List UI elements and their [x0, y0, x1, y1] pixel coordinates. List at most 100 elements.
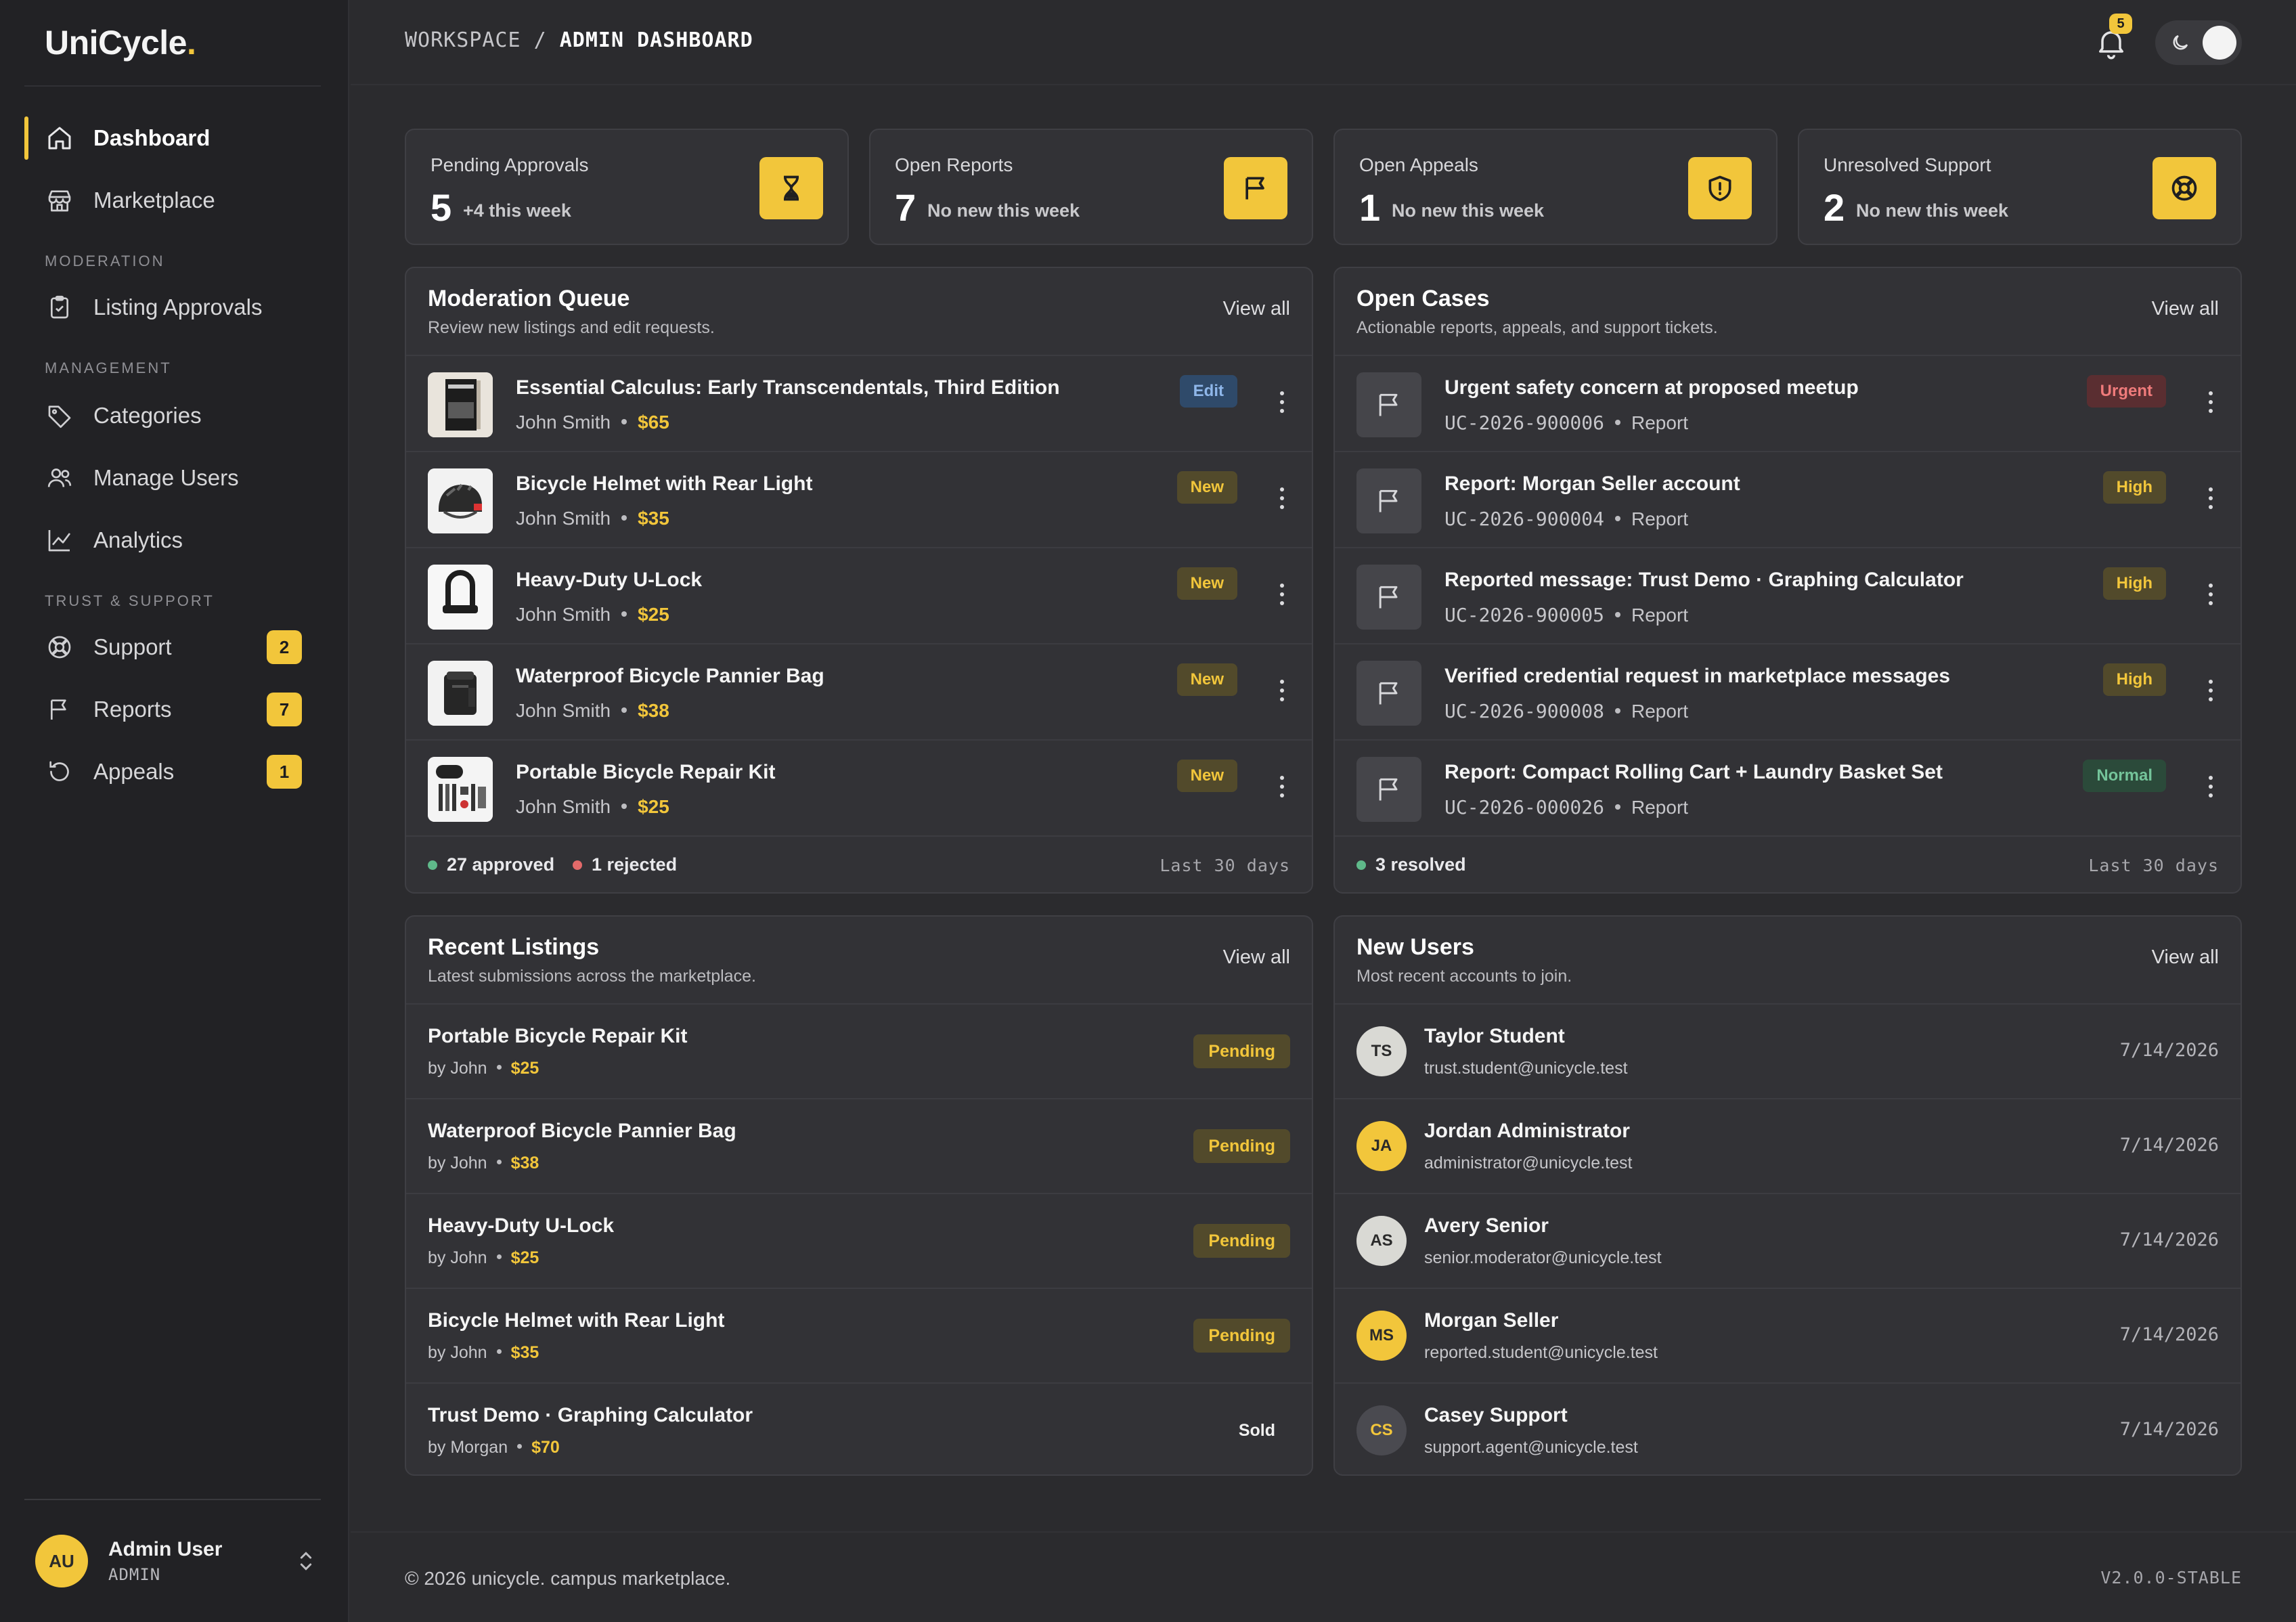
- item-title: Verified credential request in marketpla…: [1444, 665, 1951, 687]
- panel-title: Recent Listings: [428, 934, 600, 960]
- sidebar-item-manage-users[interactable]: Manage Users: [24, 451, 322, 505]
- user-role: ADMIN: [108, 1565, 161, 1584]
- panel-footer: 27 approved 1 rejected Last 30 days: [406, 837, 1312, 892]
- list-item[interactable]: TS Taylor Student trust.student@unicycle…: [1335, 1005, 2240, 1099]
- item-meta: UC-2026-900004 Report: [1444, 508, 1689, 530]
- stat-card-open-appeals[interactable]: Open Appeals 1 No new this week: [1333, 129, 1778, 245]
- stat-label: Unresolved Support: [1824, 154, 1991, 175]
- list-item[interactable]: Portable Bicycle Repair Kit John Smith $2…: [406, 741, 1312, 837]
- more-options-icon[interactable]: [2204, 677, 2217, 704]
- list-item[interactable]: MS Morgan Seller reported.student@unicyc…: [1335, 1289, 2240, 1384]
- list-item[interactable]: AS Avery Senior senior.moderator@unicycl…: [1335, 1194, 2240, 1289]
- user-email: administrator@unicycle.test: [1424, 1154, 1633, 1172]
- list-item[interactable]: Trust Demo · Graphing Calculator by Morg…: [406, 1384, 1312, 1474]
- stat-sub: No new this week: [1392, 200, 1545, 221]
- list-item[interactable]: Bicycle Helmet with Rear Light John Smit…: [406, 452, 1312, 548]
- status-badge: Sold: [1238, 1420, 1275, 1440]
- item-meta: UC-2026-900008 Report: [1444, 700, 1689, 722]
- view-all-link[interactable]: View all: [2152, 946, 2219, 969]
- list-item[interactable]: Urgent safety concern at proposed meetup…: [1335, 356, 2240, 452]
- item-title: Urgent safety concern at proposed meetup: [1444, 376, 1859, 399]
- list-item[interactable]: CS Casey Support support.agent@unicycle.…: [1335, 1384, 2240, 1474]
- sidebar-item-reports[interactable]: Reports 7: [24, 682, 322, 737]
- theme-toggle[interactable]: [2155, 20, 2242, 65]
- avatar: CS: [1356, 1405, 1407, 1455]
- notification-count-badge: 5: [2109, 14, 2132, 34]
- stat-card-open-reports[interactable]: Open Reports 7 No new this week: [869, 129, 1313, 245]
- item-title: Waterproof Bicycle Pannier Bag: [516, 665, 824, 687]
- list-item[interactable]: Verified credential request in marketpla…: [1335, 644, 2240, 741]
- sidebar-item-analytics[interactable]: Analytics: [24, 513, 322, 567]
- sidebar-item-listing-approvals[interactable]: Listing Approvals: [24, 280, 322, 334]
- notifications-button[interactable]: 5: [2089, 14, 2134, 65]
- user-name: Morgan Seller: [1424, 1309, 1559, 1332]
- list-item[interactable]: Portable Bicycle Repair Kit by John $25 P…: [406, 1005, 1312, 1099]
- list-item[interactable]: Reported message: Trust Demo · Graphing …: [1335, 548, 2240, 644]
- status-badge: Pending: [1193, 1224, 1290, 1258]
- view-all-link[interactable]: View all: [2152, 298, 2219, 320]
- divider: [24, 85, 321, 87]
- sidebar-item-dashboard[interactable]: Dashboard: [24, 111, 322, 165]
- sidebar-item-marketplace[interactable]: Marketplace: [24, 173, 322, 227]
- urgent-priority-tag: Urgent: [2086, 375, 2166, 408]
- more-options-icon[interactable]: [1275, 773, 1289, 800]
- item-title: Essential Calculus: Early Transcendental…: [516, 376, 1060, 399]
- more-options-icon[interactable]: [1275, 389, 1289, 416]
- stat-card-pending-approvals[interactable]: Pending Approvals 5 +4 this week: [405, 129, 849, 245]
- more-options-icon[interactable]: [1275, 677, 1289, 704]
- more-options-icon[interactable]: [2204, 485, 2217, 512]
- sidebar-item-support[interactable]: Support 2: [24, 620, 322, 674]
- stat-value: 7: [895, 186, 917, 229]
- flag-icon: [1356, 372, 1421, 437]
- list-item[interactable]: Heavy-Duty U-Lock by John $25 Pending: [406, 1194, 1312, 1289]
- breadcrumb-root[interactable]: WORKSPACE: [405, 28, 521, 52]
- item-title: Report: Compact Rolling Cart + Laundry B…: [1444, 761, 1943, 783]
- more-options-icon[interactable]: [2204, 581, 2217, 608]
- list-item[interactable]: Bicycle Helmet with Rear Light by John $3…: [406, 1289, 1312, 1384]
- list-item[interactable]: Heavy-Duty U-Lock John Smith $25 New: [406, 548, 1312, 644]
- list-item[interactable]: Waterproof Bicycle Pannier Bag John Smit…: [406, 644, 1312, 741]
- stat-sub: +4 this week: [463, 200, 571, 221]
- more-options-icon[interactable]: [2204, 773, 2217, 800]
- stat-label: Open Appeals: [1359, 154, 1478, 175]
- panel-subtitle: Review new listings and edit requests.: [428, 318, 715, 337]
- list-item[interactable]: Report: Morgan Seller account UC-2026-90…: [1335, 452, 2240, 548]
- user-name: Jordan Administrator: [1424, 1120, 1630, 1142]
- flag-icon: [45, 695, 74, 724]
- reports-count-badge: 7: [267, 693, 302, 726]
- hourglass-icon: [759, 157, 823, 219]
- user-email: senior.moderator@unicycle.test: [1424, 1248, 1662, 1267]
- sidebar-item-appeals[interactable]: Appeals 1: [24, 745, 322, 799]
- more-options-icon[interactable]: [1275, 581, 1289, 608]
- new-tag: New: [1176, 471, 1237, 504]
- view-all-link[interactable]: View all: [1223, 946, 1290, 969]
- stat-value: 5: [430, 186, 452, 229]
- item-title: Report: Morgan Seller account: [1444, 473, 1740, 495]
- join-date: 7/14/2026: [2119, 1040, 2219, 1061]
- user-menu[interactable]: AU Admin User ADMIN: [35, 1533, 319, 1590]
- user-name: Taylor Student: [1424, 1025, 1565, 1047]
- view-all-link[interactable]: View all: [1223, 298, 1290, 320]
- brand-logo[interactable]: UniCycle.: [45, 23, 196, 62]
- stat-card-unresolved-support[interactable]: Unresolved Support 2 No new this week: [1798, 129, 2242, 245]
- list-item[interactable]: Essential Calculus: Early Transcendental…: [406, 356, 1312, 452]
- avatar: AU: [35, 1535, 88, 1587]
- stat-value: 1: [1359, 186, 1381, 229]
- user-name: Casey Support: [1424, 1404, 1568, 1426]
- stat-label: Pending Approvals: [430, 154, 589, 175]
- list-item[interactable]: JA Jordan Administrator administrator@un…: [1335, 1099, 2240, 1194]
- section-heading-trust-support: TRUST & SUPPORT: [45, 592, 215, 609]
- more-options-icon[interactable]: [2204, 389, 2217, 416]
- list-item[interactable]: Waterproof Bicycle Pannier Bag by John $3…: [406, 1099, 1312, 1194]
- list-item[interactable]: Report: Compact Rolling Cart + Laundry B…: [1335, 741, 2240, 837]
- sidebar-item-categories[interactable]: Categories: [24, 389, 322, 443]
- panel-subtitle: Most recent accounts to join.: [1356, 967, 1572, 986]
- item-meta: UC-2026-000026 Report: [1444, 796, 1689, 818]
- panel-subtitle: Latest submissions across the marketplac…: [428, 967, 756, 986]
- approved-count: 27 approved: [428, 854, 554, 875]
- breadcrumb-separator: /: [533, 28, 547, 52]
- moderation-queue-panel: Moderation Queue Review new listings and…: [405, 267, 1313, 894]
- more-options-icon[interactable]: [1275, 485, 1289, 512]
- chevron-up-down-icon[interactable]: [292, 1546, 319, 1576]
- normal-priority-tag: Normal: [2083, 760, 2166, 792]
